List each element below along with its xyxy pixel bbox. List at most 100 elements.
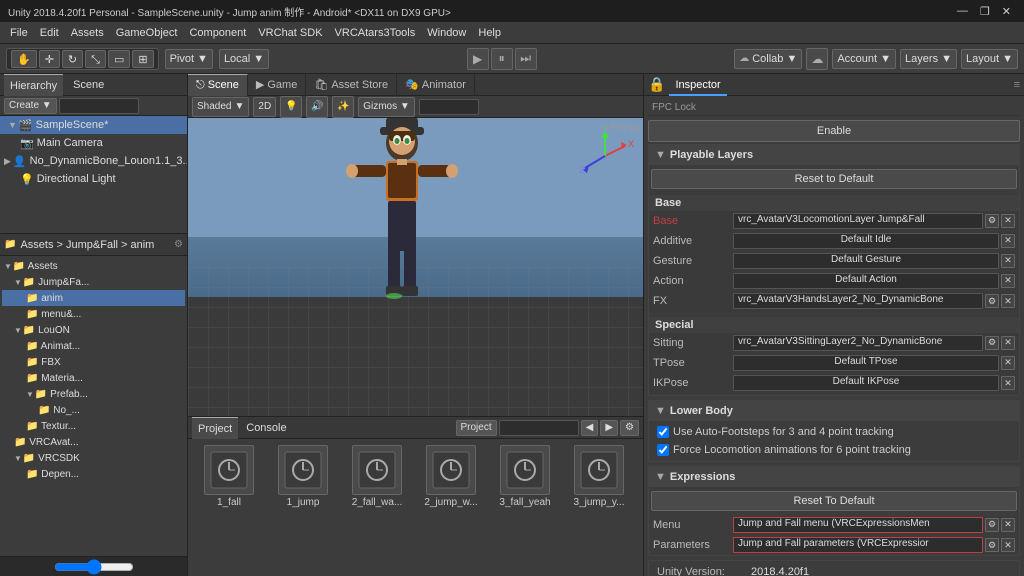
project-tree-anim[interactable]: 📁 anim [2, 290, 185, 306]
force-locomotion-checkbox[interactable] [657, 444, 669, 456]
gesture-value-field[interactable]: Default Gesture [733, 253, 999, 269]
2d-toggle[interactable]: 2D [253, 97, 276, 117]
rotate-tool[interactable]: ↻ [62, 50, 83, 68]
sitting-settings-btn[interactable]: ⚙ [985, 336, 999, 350]
project-tree-jumpfall[interactable]: ▼ 📁 Jump&Fa... [2, 274, 185, 290]
scene-fx-btn[interactable]: ✨ [332, 96, 354, 118]
project-create-btn[interactable]: Project [456, 420, 497, 436]
base-value-field[interactable]: vrc_AvatarV3LocomotionLayer Jump&Fall [733, 213, 983, 229]
layers-dropdown[interactable]: Layers ▼ [900, 49, 957, 69]
auto-footsteps-checkbox[interactable] [657, 426, 669, 438]
fx-remove-btn[interactable]: ✕ [1001, 294, 1015, 308]
multi-tool[interactable]: ⊞ [132, 50, 153, 68]
menu-window[interactable]: Window [421, 22, 472, 44]
menu-vrcavatars3tools[interactable]: VRCAtars3Tools [329, 22, 422, 44]
tpose-value-field[interactable]: Default TPose [733, 355, 999, 371]
project-nav-back[interactable]: ◀ [581, 420, 599, 436]
pause-button[interactable]: ⏸ [491, 48, 513, 70]
project-zoom-slider[interactable] [54, 562, 134, 572]
file-1-fall[interactable]: 1_fall [194, 445, 264, 508]
hierarchy-create-btn[interactable]: Create ▼ [4, 98, 57, 114]
menu-help[interactable]: Help [472, 22, 507, 44]
project-nav-forward[interactable]: ▶ [600, 420, 618, 436]
project-tree-materia[interactable]: 📁 Materia... [2, 370, 185, 386]
project-tree-menu[interactable]: 📁 menu&... [2, 306, 185, 322]
hierarchy-tab[interactable]: Hierarchy [4, 74, 63, 96]
menu-gameobject[interactable]: GameObject [110, 22, 184, 44]
scene-audio-btn[interactable]: 🔊 [306, 96, 328, 118]
menu-edit[interactable]: Edit [34, 22, 65, 44]
ikpose-value-field[interactable]: Default IKPose [733, 375, 999, 391]
menu-settings-btn[interactable]: ⚙ [985, 518, 999, 532]
reset-to-default-btn[interactable]: Reset to Default [651, 169, 1017, 189]
inspector-menu-icon[interactable]: ≡ [1014, 79, 1020, 91]
persp-label[interactable]: < Persp [601, 122, 639, 134]
menu-vrchat-sdk[interactable]: VRChat SDK [252, 22, 328, 44]
file-1-jump[interactable]: 1_jump [268, 445, 338, 508]
local-dropdown[interactable]: Local ▼ [219, 49, 269, 69]
tab-asset-store[interactable]: 🛍 Asset Store [306, 74, 397, 96]
pivot-dropdown[interactable]: Pivot ▼ [165, 49, 213, 69]
action-value-field[interactable]: Default Action [733, 273, 999, 289]
layout-dropdown[interactable]: Layout ▼ [961, 49, 1018, 69]
sitting-value-field[interactable]: vrc_AvatarV3SittingLayer2_No_DynamicBone [733, 335, 983, 351]
collab-dropdown[interactable]: ☁ Collab ▼ [734, 49, 802, 69]
file-2-fall-wa[interactable]: 2_fall_wa... [342, 445, 412, 508]
base-remove-btn[interactable]: ✕ [1001, 214, 1015, 228]
rect-tool[interactable]: ▭ [108, 50, 130, 68]
sitting-remove-btn[interactable]: ✕ [1001, 336, 1015, 350]
parameters-value-field[interactable]: Jump and Fall parameters (VRCExpressior [733, 537, 983, 553]
project-tree-louon[interactable]: ▼ 📁 LouON [2, 322, 185, 338]
breadcrumb-settings[interactable]: ⚙ [174, 239, 183, 250]
maximize-btn[interactable]: ❐ [975, 5, 995, 18]
project-tree-textur[interactable]: 📁 Textur... [2, 418, 185, 434]
tpose-remove-btn[interactable]: ✕ [1001, 356, 1015, 370]
ikpose-remove-btn[interactable]: ✕ [1001, 376, 1015, 390]
gizmos-dropdown[interactable]: Gizmos ▼ [358, 97, 415, 117]
reset-to-default2-btn[interactable]: Reset To Default [651, 491, 1017, 511]
additive-remove-btn[interactable]: ✕ [1001, 234, 1015, 248]
project-tree-prefab[interactable]: ▼ 📁 Prefab... [2, 386, 185, 402]
project-search[interactable] [499, 420, 579, 436]
project-tree-fbx[interactable]: 📁 FBX [2, 354, 185, 370]
menu-component[interactable]: Component [183, 22, 252, 44]
file-2-jump-w[interactable]: 2_jump_w... [416, 445, 486, 508]
menu-value-field[interactable]: Jump and Fall menu (VRCExpressionsMen [733, 517, 983, 533]
additive-value-field[interactable]: Default Idle [733, 233, 999, 249]
fx-value-field[interactable]: vrc_AvatarV3HandsLayer2_No_DynamicBone [733, 293, 983, 309]
fx-settings-btn[interactable]: ⚙ [985, 294, 999, 308]
shading-dropdown[interactable]: Shaded ▼ [192, 97, 249, 117]
project-tree-assets[interactable]: ▼ 📁 Assets [2, 258, 185, 274]
project-tab[interactable]: Project [192, 417, 238, 439]
window-controls[interactable]: — ❐ ✕ [952, 5, 1016, 18]
tab-animator[interactable]: 🎭 Animator [397, 74, 475, 96]
base-settings-btn[interactable]: ⚙ [985, 214, 999, 228]
project-tree-no[interactable]: 📁 No_... [2, 402, 185, 418]
action-remove-btn[interactable]: ✕ [1001, 274, 1015, 288]
playable-layers-header[interactable]: ▼ Playable Layers [649, 145, 1019, 165]
play-button[interactable]: ▶ [467, 48, 489, 70]
inspector-tab[interactable]: Inspector [669, 74, 726, 96]
step-button[interactable]: ⏭ [515, 48, 537, 70]
menu-file[interactable]: File [4, 22, 34, 44]
scale-tool[interactable]: ⤡ [85, 50, 106, 68]
move-tool[interactable]: ✛ [39, 50, 60, 68]
hand-tool[interactable]: ✋ [11, 50, 37, 68]
project-tree-animat[interactable]: 📁 Animat... [2, 338, 185, 354]
parameters-remove-btn[interactable]: ✕ [1001, 538, 1015, 552]
account-dropdown[interactable]: Account ▼ [832, 49, 896, 69]
file-3-jump-y[interactable]: 3_jump_y... [564, 445, 634, 508]
tab-scene[interactable]: ⎋ Scene [188, 74, 248, 96]
scene-search[interactable] [419, 99, 479, 115]
scene-light-btn[interactable]: 💡 [280, 96, 302, 118]
project-settings-btn[interactable]: ⚙ [620, 420, 639, 436]
scene-tab-hier[interactable]: Scene [67, 74, 110, 96]
tab-game[interactable]: ▶ Game [248, 74, 306, 96]
project-tree-vrcavat[interactable]: 📁 VRCAvat... [2, 434, 185, 450]
tree-item-samplescene[interactable]: ▼ 🎬 SampleScene* [0, 116, 187, 134]
gesture-remove-btn[interactable]: ✕ [1001, 254, 1015, 268]
hierarchy-search[interactable] [59, 98, 139, 114]
close-btn[interactable]: ✕ [997, 5, 1016, 18]
project-tree-depen[interactable]: 📁 Depen... [2, 466, 185, 482]
enable-button[interactable]: Enable [648, 120, 1020, 142]
